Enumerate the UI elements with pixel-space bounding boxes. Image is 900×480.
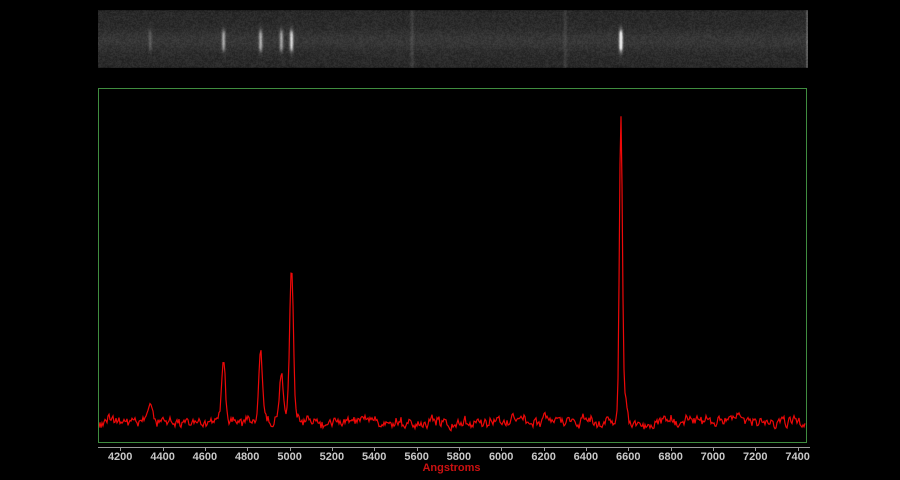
x-axis-tick-label: 4200 xyxy=(98,451,142,463)
x-axis-tick-label: 7200 xyxy=(733,451,777,463)
x-axis-tick-label: 4400 xyxy=(141,451,185,463)
x-axis-tick-label: 6200 xyxy=(522,451,566,463)
1d-spectrum-plot xyxy=(98,88,807,443)
spectrum-trace-svg xyxy=(99,89,806,442)
x-axis-tick-label: 6600 xyxy=(606,451,650,463)
x-axis-tick-label: 6400 xyxy=(564,451,608,463)
2d-spectrum-strip xyxy=(98,10,808,68)
spectrum-trace xyxy=(99,116,805,431)
x-axis-tick-label: 7400 xyxy=(776,451,820,463)
x-axis-tick-label: 4600 xyxy=(183,451,227,463)
x-axis-tick-label: 5200 xyxy=(310,451,354,463)
spectroscopy-display: 4200440046004800500052005400560058006000… xyxy=(0,0,900,480)
x-axis-tick-label: 5000 xyxy=(268,451,312,463)
x-axis-tick-label: 7000 xyxy=(691,451,735,463)
x-axis-tick-label: 4800 xyxy=(225,451,269,463)
x-axis-label: Angstroms xyxy=(392,462,512,474)
x-axis-tick-label: 6800 xyxy=(649,451,693,463)
x-axis-tick-label: 5400 xyxy=(352,451,396,463)
